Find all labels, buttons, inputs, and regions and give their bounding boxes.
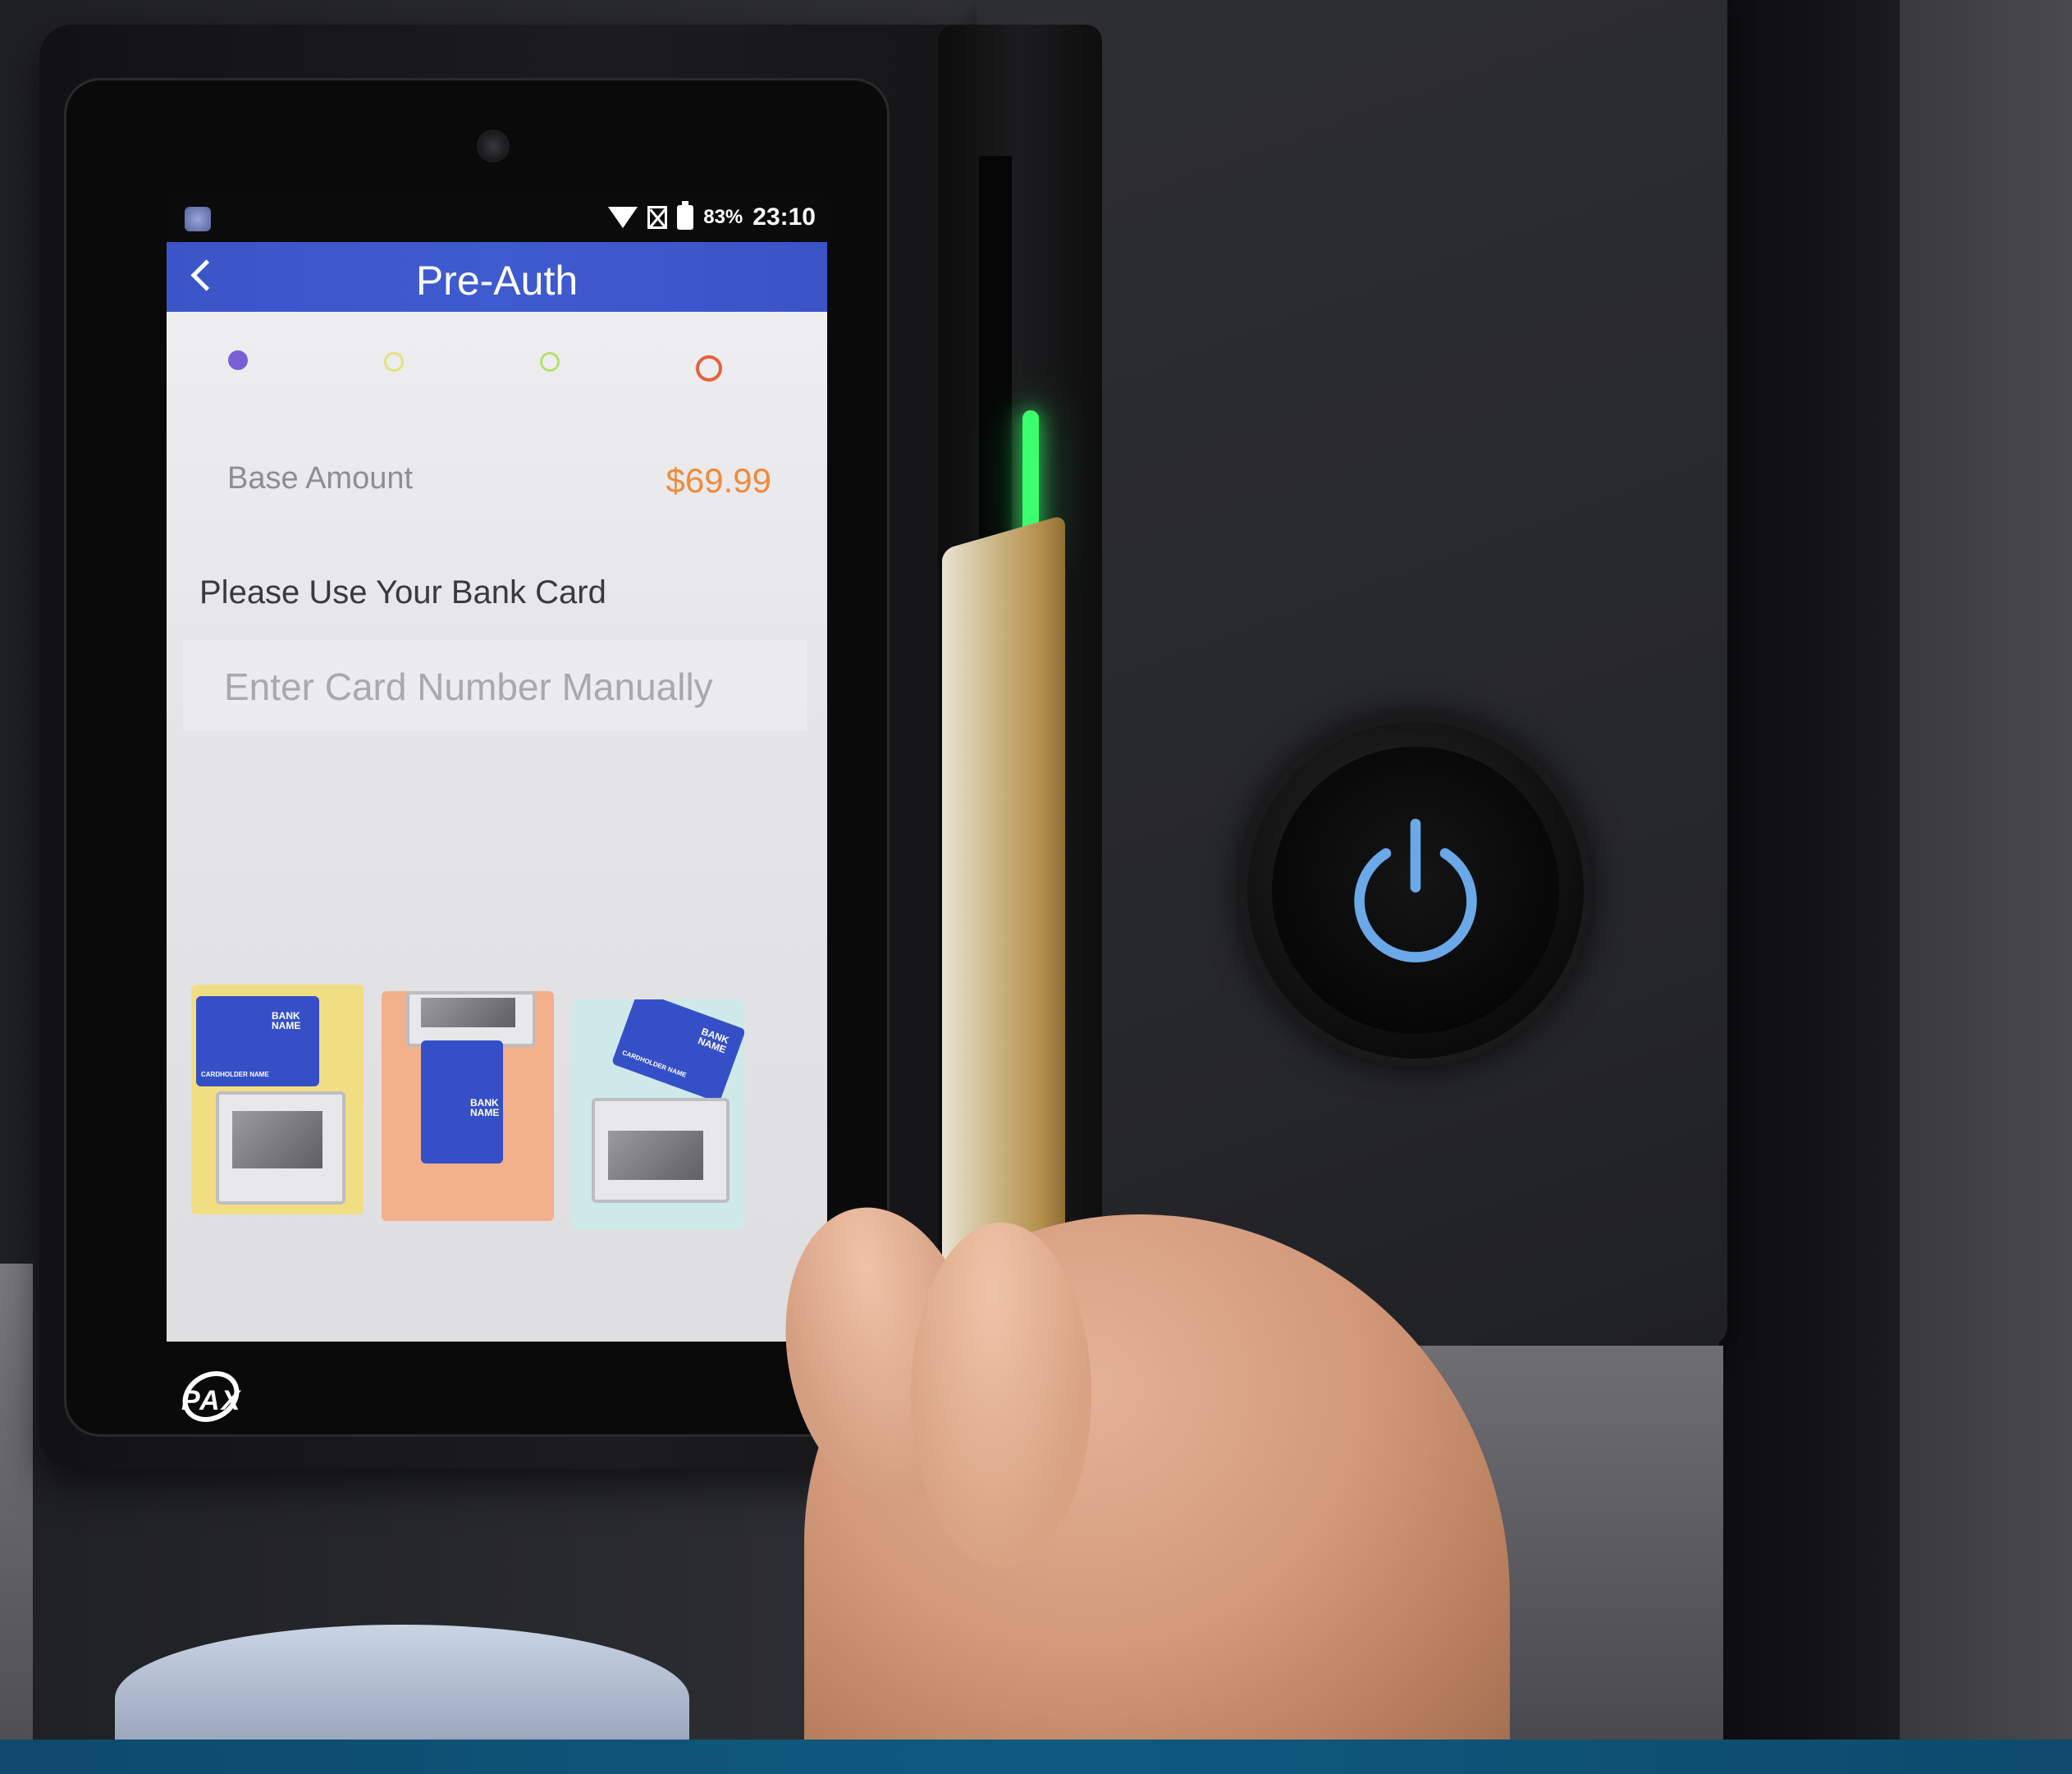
photo-scene: PAX 83% 23:10 Pre-Auth Base Amount $69.9… <box>0 0 2072 1774</box>
insert-method-illustration: BANK NAME <box>382 991 554 1221</box>
footer-strip <box>0 1740 2072 1774</box>
card-holder-name: CARDHOLDER NAME <box>201 1071 269 1078</box>
terminal-image <box>216 1091 345 1205</box>
card-image: BANK NAME CARDHOLDER NAME <box>611 999 744 1104</box>
card-bank-name: BANK NAME <box>470 1097 500 1118</box>
card-bank-name: BANK NAME <box>696 1025 731 1056</box>
card-image: BANK NAME CARDHOLDER NAME <box>196 996 319 1086</box>
manual-entry-button[interactable]: Enter Card Number Manually <box>183 640 807 730</box>
tap-method-illustration: BANK NAME CARDHOLDER NAME <box>572 999 744 1229</box>
step-dot-3 <box>540 352 560 372</box>
page-title: Pre-Auth <box>415 258 579 304</box>
terminal-image <box>592 1098 730 1203</box>
step-dot-2 <box>384 352 404 372</box>
power-button[interactable] <box>1239 714 1592 1067</box>
card-image: BANK NAME <box>421 1040 503 1164</box>
battery-level: 83% <box>703 206 743 228</box>
step-indicator <box>167 341 827 382</box>
camera-icon <box>477 130 510 162</box>
wall-panel-right <box>1900 0 2072 1740</box>
status-bar: 83% 23:10 <box>167 197 827 242</box>
finger <box>911 1223 1091 1567</box>
card-prompt: Please Use Your Bank Card <box>199 574 606 610</box>
payment-methods: BANK NAME CARDHOLDER NAME BANK NAME BANK… <box>191 985 798 1231</box>
wifi-icon <box>608 207 638 228</box>
app-bar: Pre-Auth <box>167 242 827 312</box>
app-icon <box>185 207 211 231</box>
power-icon <box>1354 818 1477 962</box>
card-bank-name: BANK NAME <box>272 1010 301 1031</box>
swipe-method-illustration: BANK NAME CARDHOLDER NAME <box>191 985 364 1214</box>
amount-row: Base Amount $69.99 <box>167 443 827 509</box>
terminal-image <box>406 991 536 1047</box>
bank-card <box>942 514 1065 1288</box>
battery-icon <box>677 201 694 230</box>
step-dot-4 <box>696 355 722 382</box>
amount-label: Base Amount <box>227 461 414 496</box>
brand-logo: PAX <box>181 1385 242 1416</box>
step-dot-1 <box>228 350 248 370</box>
lower-left-panel <box>0 1264 33 1740</box>
terminal-screen: 83% 23:10 Pre-Auth Base Amount $69.99 Pl… <box>167 197 827 1342</box>
card-holder-name: CARDHOLDER NAME <box>620 1049 688 1079</box>
no-sim-icon <box>647 206 668 229</box>
wall-panel-dark <box>1719 0 1900 1740</box>
status-time: 23:10 <box>752 203 816 231</box>
manual-entry-label: Enter Card Number Manually <box>224 665 713 708</box>
amount-value: $69.99 <box>666 461 771 500</box>
